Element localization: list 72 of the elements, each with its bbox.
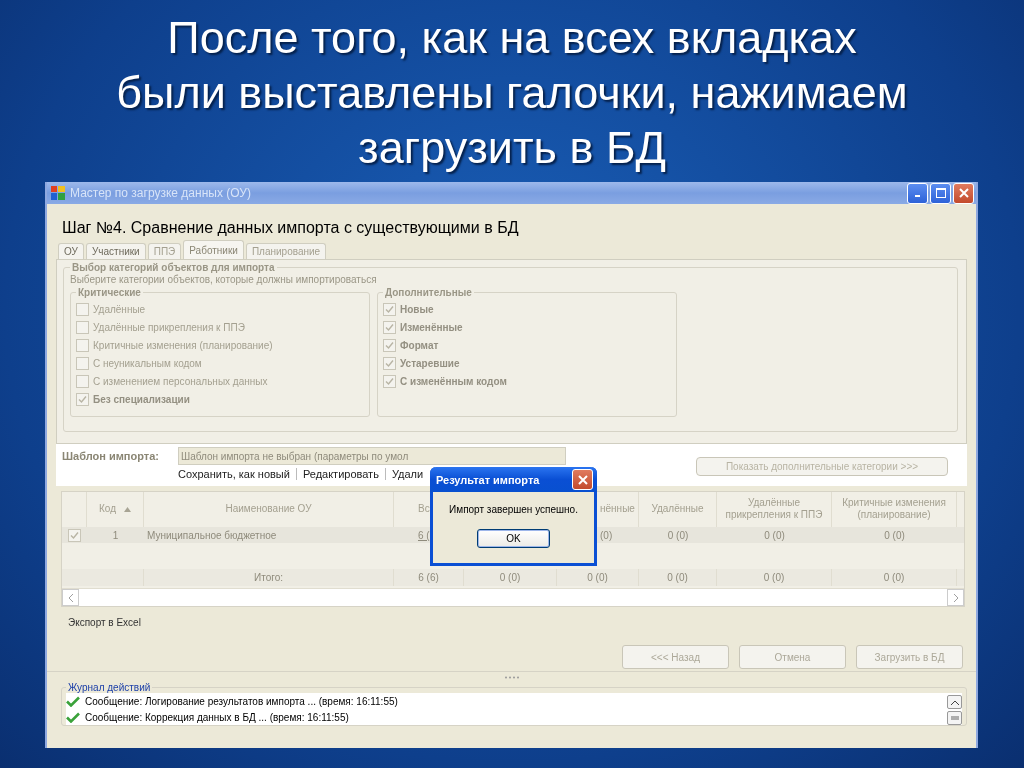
- template-link[interactable]: Редактировать: [295, 468, 385, 480]
- check-icon: [66, 711, 80, 723]
- table-cell: 1: [112, 529, 119, 541]
- slide-title: После того, как на всех вкладках были выставлены галочки, нажимаем загрузить в БД: [115, 11, 909, 175]
- maximize-icon: [935, 188, 946, 198]
- checkbox-label: Формат: [400, 339, 439, 351]
- caret-up-icon: [950, 699, 959, 705]
- count-link[interactable]: 6 (: [418, 529, 430, 541]
- table-cell: 0 (0): [667, 529, 689, 541]
- checkbox-label: Удалённые: [93, 303, 146, 315]
- dialog-close-button[interactable]: [572, 469, 593, 490]
- window-title: Мастер по загрузке данных (ОУ): [70, 186, 252, 200]
- close-icon: [577, 474, 588, 485]
- checkbox-label: Устаревшие: [400, 357, 460, 369]
- column-header[interactable]: Удалённые прикрепления к ППЭ: [717, 497, 831, 522]
- column-header[interactable]: Вс: [418, 503, 430, 516]
- scroll-right-icon[interactable]: [952, 593, 959, 602]
- table-cell: 0 (0): [884, 529, 905, 541]
- scroll-thumb[interactable]: [947, 711, 962, 725]
- checkbox-label: Без специализации: [93, 393, 190, 405]
- log-entry: Сообщение: Логирование результатов импорта ... (время: 16:11:55): [85, 695, 398, 707]
- total-cell: 0 (0): [667, 572, 688, 584]
- hint-text: Выберите категории объектов, которые должны импортироваться: [70, 274, 378, 285]
- tab[interactable]: Участники: [85, 243, 146, 259]
- log-entry: Сообщение: Коррекция данных в БД ... (время: 16:11:55): [85, 711, 349, 723]
- total-cell: 0 (0): [763, 572, 785, 584]
- group-title: Выбор категорий объектов для импорта: [72, 262, 276, 273]
- template-label: Шаблон импорта:: [62, 449, 160, 462]
- horizontal-scrollbar[interactable]: [62, 588, 964, 606]
- column-header[interactable]: Наименование ОУ: [225, 503, 312, 516]
- scroll-up-button[interactable]: [947, 695, 962, 709]
- ok-button[interactable]: OK: [477, 529, 550, 548]
- column-header[interactable]: Код: [99, 503, 116, 516]
- minimize-button[interactable]: [907, 182, 928, 204]
- total-cell: 0 (0): [499, 572, 521, 584]
- tab[interactable]: ОУ: [58, 243, 84, 259]
- subgroup-title: Дополнительные: [384, 287, 473, 298]
- checkbox-label: С изменением персональных данных: [93, 375, 268, 387]
- total-cell: 0 (0): [883, 572, 905, 584]
- export-link[interactable]: Экспорт в Excel: [68, 616, 141, 628]
- close-button[interactable]: [953, 182, 974, 204]
- app-icon: [51, 186, 65, 200]
- close-icon: [958, 188, 969, 198]
- row-checkbox[interactable]: [68, 528, 81, 542]
- log-title: Журнал действий: [67, 682, 152, 693]
- step-heading: Шаг №4. Сравнение данных импорта с существующими в БД: [61, 218, 520, 238]
- total-cell: Итого:: [254, 572, 283, 584]
- dialog-message: Импорт завершен успешно.: [449, 504, 578, 515]
- scroll-left-icon[interactable]: [67, 593, 74, 602]
- checkbox-label: Изменённые: [400, 321, 463, 333]
- column-header[interactable]: нённые: [600, 503, 635, 516]
- template-field[interactable]: Шаблон импорта не выбран (параметры по умол: [178, 447, 566, 465]
- checkbox-label: С изменённым кодом: [400, 375, 507, 387]
- total-cell: 6 (6): [418, 572, 439, 584]
- template-link[interactable]: Удали: [384, 468, 430, 480]
- checkbox-label: Новые: [400, 303, 434, 315]
- checkbox-label: Критичные изменения (планирование): [93, 339, 273, 351]
- table-cell: Муниципальное бюджетное: [147, 529, 277, 541]
- dialog-title: Результат импорта: [436, 473, 540, 486]
- tab[interactable]: Работники: [183, 240, 244, 259]
- column-header[interactable]: Критичные изменения (планирование): [832, 497, 956, 522]
- table-cell: 0 (0): [764, 529, 785, 541]
- subgroup-title: Критические: [77, 287, 142, 298]
- template-link[interactable]: Сохранить, как новый: [178, 468, 296, 480]
- checkbox-label: Удалённые прикрепления к ППЭ: [93, 321, 245, 333]
- splitter-grip-icon[interactable]: [503, 675, 520, 679]
- checkbox-label: С неуникальным кодом: [93, 357, 202, 369]
- column-header[interactable]: Удалённые: [651, 503, 704, 516]
- total-cell: 0 (0): [587, 572, 608, 584]
- check-icon: [66, 695, 80, 707]
- table-cell: (0): [600, 529, 613, 541]
- maximize-button[interactable]: [930, 182, 951, 204]
